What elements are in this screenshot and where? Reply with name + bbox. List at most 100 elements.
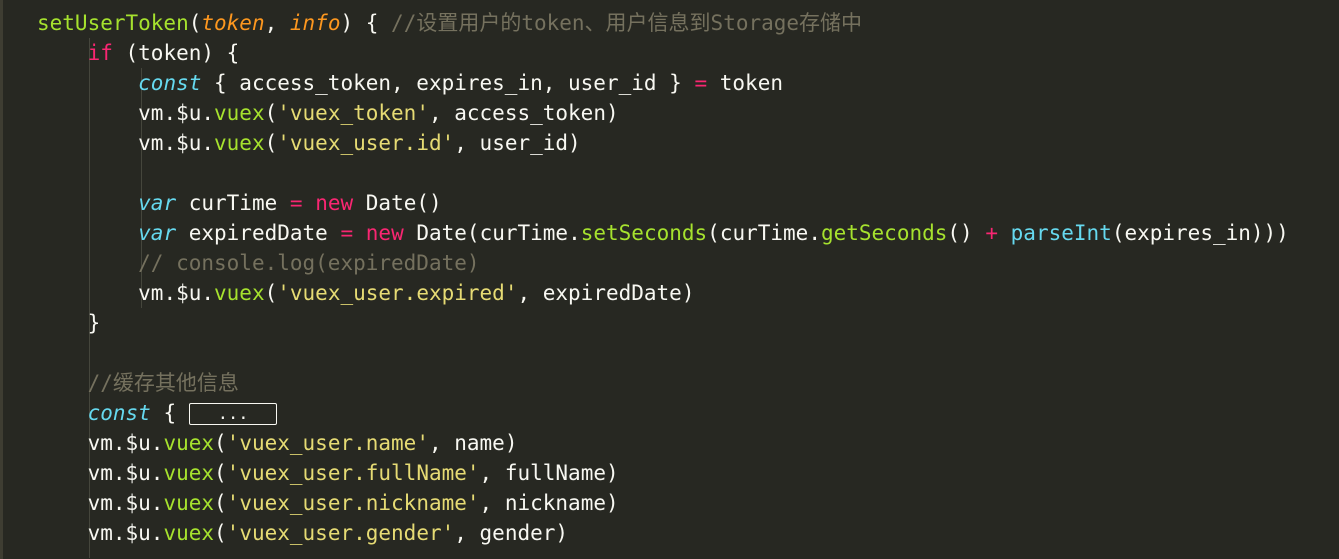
code-text: , access_token) xyxy=(428,101,619,125)
builtin-token: parseInt xyxy=(1010,221,1112,245)
code-text: } xyxy=(87,311,101,335)
comment-token: //设置用户的token、用户信息到Storage存储中 xyxy=(391,11,863,35)
code-line[interactable]: // console.log(expiredDate) xyxy=(37,248,1289,278)
code-text: ( xyxy=(188,11,202,35)
function-token: vuex xyxy=(214,101,265,125)
code-text: { xyxy=(150,401,189,425)
storage-token: var xyxy=(138,191,177,215)
indentation xyxy=(37,401,88,425)
code-text: Date() xyxy=(353,191,442,215)
code-text: vm.$u. xyxy=(138,281,215,305)
code-text: vm.$u. xyxy=(87,491,164,515)
code-text: , expiredDate) xyxy=(517,281,695,305)
code-text: vm.$u. xyxy=(87,521,164,545)
code-text: Date(curTime. xyxy=(403,221,581,245)
indentation xyxy=(37,491,88,515)
function-token: setUserToken xyxy=(37,11,189,35)
string-token: 'vuex_user.gender' xyxy=(226,521,455,545)
code-area[interactable]: setUserToken(token, info) { //设置用户的token… xyxy=(37,8,1289,548)
code-line[interactable]: vm.$u.vuex('vuex_user.id', user_id) xyxy=(37,128,1289,158)
indentation xyxy=(37,371,88,395)
code-line[interactable]: vm.$u.vuex('vuex_user.nickname', nicknam… xyxy=(37,488,1289,518)
code-line[interactable]: //缓存其他信息 xyxy=(37,368,1289,398)
string-token: 'vuex_user.name' xyxy=(226,431,429,455)
code-text: ( xyxy=(264,101,278,125)
code-line[interactable]: vm.$u.vuex('vuex_token', access_token) xyxy=(37,98,1289,128)
storage-token: var xyxy=(138,221,177,245)
code-line[interactable]: var expiredDate = new Date(curTime.setSe… xyxy=(37,218,1289,248)
code-text: () xyxy=(947,221,986,245)
code-line[interactable]: var curTime = new Date() xyxy=(37,188,1289,218)
operator-token: + xyxy=(985,221,998,245)
code-text: vm.$u. xyxy=(138,131,215,155)
function-token: vuex xyxy=(163,431,215,455)
string-token: 'vuex_user.nickname' xyxy=(226,491,480,515)
code-line[interactable]: } xyxy=(37,308,1289,338)
keyword-token: new xyxy=(365,221,404,245)
indentation xyxy=(37,101,138,125)
storage-token: const xyxy=(87,401,151,425)
function-token: vuex xyxy=(163,521,215,545)
storage-token: const xyxy=(138,71,202,95)
indentation xyxy=(37,71,138,95)
code-text: (token) { xyxy=(112,41,240,65)
string-token: 'vuex_user.fullName' xyxy=(226,461,480,485)
string-token: 'vuex_user.id' xyxy=(277,131,455,155)
indentation xyxy=(37,311,88,335)
indentation xyxy=(37,521,88,545)
indentation xyxy=(37,251,138,275)
function-token: setSeconds xyxy=(580,221,708,245)
function-token: vuex xyxy=(163,461,215,485)
folded-region-button[interactable]: ... xyxy=(188,403,278,425)
indentation xyxy=(37,191,138,215)
code-line[interactable]: vm.$u.vuex('vuex_user.name', name) xyxy=(37,428,1289,458)
code-line[interactable]: const { access_token, expires_in, user_i… xyxy=(37,68,1289,98)
code-text: ) { xyxy=(340,11,392,35)
keyword-token: if xyxy=(87,41,113,65)
code-text: (expires_in))) xyxy=(1111,221,1289,245)
keyword-token: new xyxy=(315,191,354,215)
string-token: 'vuex_user.expired' xyxy=(277,281,518,305)
code-text: vm.$u. xyxy=(87,461,164,485)
indentation xyxy=(37,461,88,485)
comment-token: // console.log(expiredDate) xyxy=(138,251,480,275)
code-text: ( xyxy=(214,491,227,515)
function-token: vuex xyxy=(214,281,265,305)
code-line[interactable]: if (token) { xyxy=(37,38,1289,68)
code-text: vm.$u. xyxy=(138,101,215,125)
code-line[interactable] xyxy=(37,338,1289,368)
indentation xyxy=(37,431,88,455)
operator-token: = xyxy=(694,71,708,95)
code-text: , gender) xyxy=(454,521,569,545)
function-token: getSeconds xyxy=(820,221,948,245)
code-text: curTime xyxy=(176,191,290,215)
code-line[interactable]: setUserToken(token, info) { //设置用户的token… xyxy=(37,8,1289,38)
function-token: vuex xyxy=(163,491,215,515)
code-text: ( xyxy=(214,461,227,485)
code-text: ( xyxy=(264,281,278,305)
code-text: ( xyxy=(214,521,227,545)
code-editor[interactable]: setUserToken(token, info) { //设置用户的token… xyxy=(0,0,1339,559)
code-text: , fullName) xyxy=(479,461,619,485)
code-text: , user_id) xyxy=(454,131,581,155)
code-text: ( xyxy=(214,431,227,455)
code-text: (curTime. xyxy=(707,221,821,245)
operator-token: = xyxy=(289,191,303,215)
code-line[interactable]: vm.$u.vuex('vuex_user.expired', expiredD… xyxy=(37,278,1289,308)
code-line[interactable]: const { ... xyxy=(37,398,1289,428)
code-text: ( xyxy=(264,131,278,155)
comment-token: //缓存其他信息 xyxy=(87,371,239,395)
indentation xyxy=(37,221,138,245)
function-token: vuex xyxy=(214,131,265,155)
code-text: vm.$u. xyxy=(87,431,164,455)
code-line[interactable]: vm.$u.vuex('vuex_user.fullName', fullNam… xyxy=(37,458,1289,488)
code-line[interactable] xyxy=(37,158,1289,188)
string-token: 'vuex_token' xyxy=(277,101,429,125)
code-line[interactable]: vm.$u.vuex('vuex_user.gender', gender) xyxy=(37,518,1289,548)
parameter-token: info xyxy=(289,11,341,35)
code-text: { access_token, expires_in, user_id } xyxy=(201,71,695,95)
code-text: , xyxy=(264,11,290,35)
